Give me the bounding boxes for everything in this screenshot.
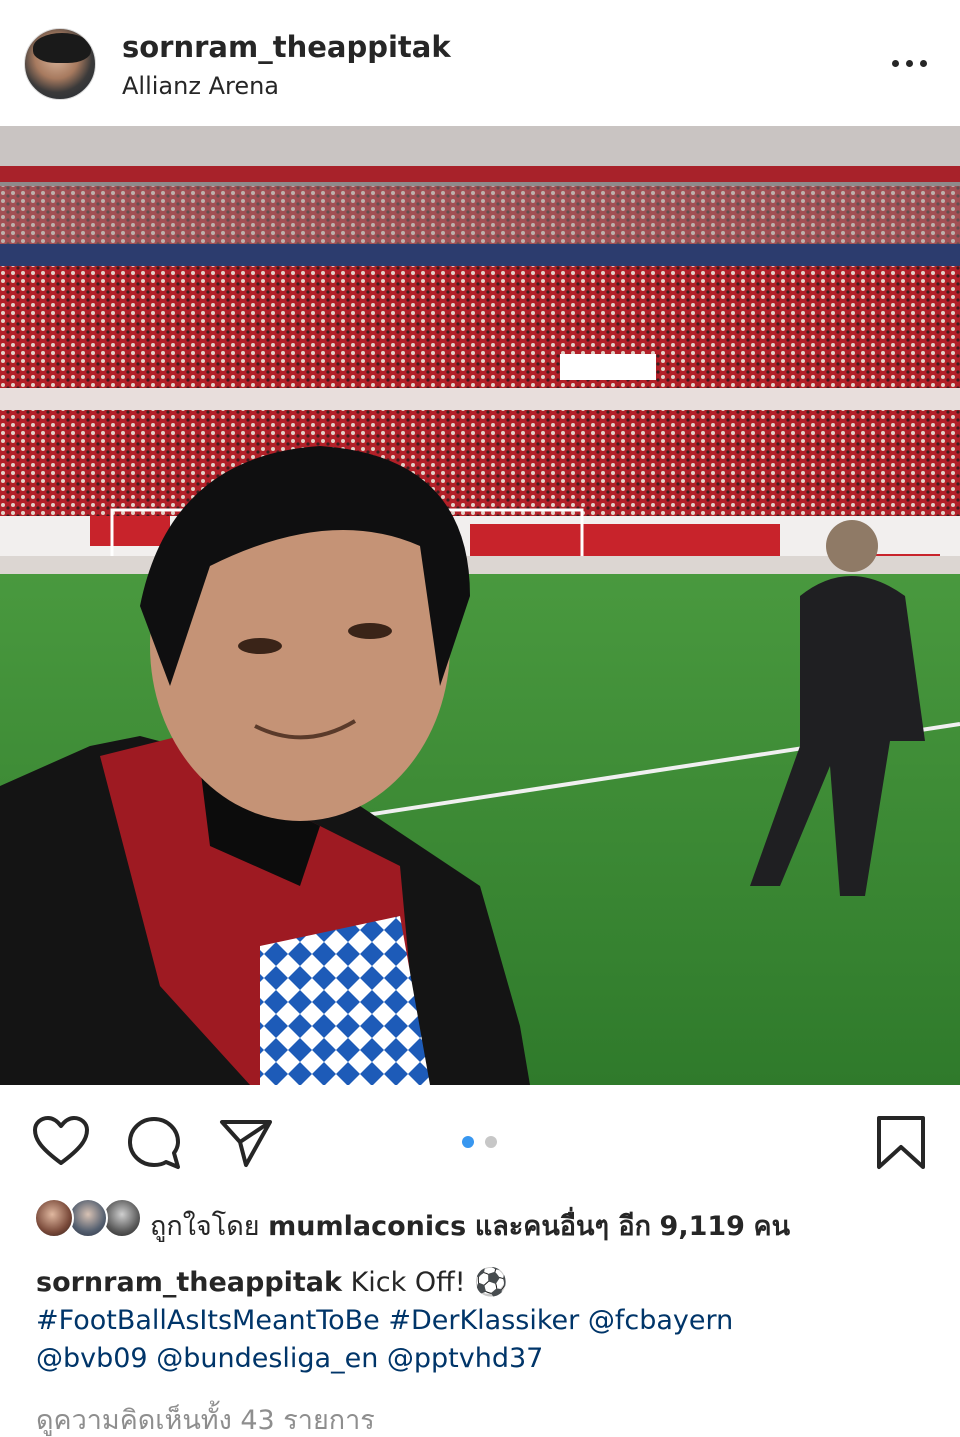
avatar[interactable]	[24, 28, 96, 100]
post-location[interactable]: Allianz Arena	[122, 72, 279, 100]
likes-count[interactable]: 9,119	[660, 1211, 745, 1242]
caption-line-3: @bvb09 @bundesliga_en @pptvhd37	[36, 1340, 936, 1378]
stadium-selfie-image	[0, 126, 960, 1085]
caption-text: Kick Off! ⚽	[350, 1267, 508, 1298]
hashtag[interactable]: #DerKlassiker	[388, 1305, 579, 1336]
mention[interactable]: @bvb09	[36, 1343, 148, 1374]
likes-suffix: คน	[753, 1211, 791, 1242]
likes-text: ถูกใจโดย mumlaconics และคนอื่นๆ อีก 9,11…	[150, 1204, 790, 1247]
post-username[interactable]: sornram_theappitak	[122, 30, 451, 64]
more-options-icon[interactable]	[888, 50, 932, 78]
liker-avatar	[102, 1198, 142, 1238]
hashtag[interactable]: #FootBallAsItsMeantToBe	[36, 1305, 380, 1336]
post-header: sornram_theappitak Allianz Arena	[0, 0, 960, 126]
comment-icon[interactable]	[126, 1115, 182, 1171]
likes-others-label[interactable]: และคนอื่นๆ อีก	[475, 1211, 651, 1242]
post-actions	[0, 1085, 960, 1195]
share-icon[interactable]	[218, 1117, 274, 1169]
heart-icon[interactable]	[32, 1115, 90, 1167]
likes-row[interactable]: ถูกใจโดย mumlaconics และคนอื่นๆ อีก 9,11…	[34, 1198, 934, 1242]
mention[interactable]: @pptvhd37	[387, 1343, 543, 1374]
bookmark-icon[interactable]	[876, 1115, 926, 1171]
liker-username[interactable]: mumlaconics	[268, 1211, 466, 1242]
carousel-dot	[485, 1136, 497, 1148]
caption-username[interactable]: sornram_theappitak	[36, 1267, 342, 1298]
caption-line-2: #FootBallAsItsMeantToBe #DerKlassiker @f…	[36, 1302, 936, 1340]
post-caption: sornram_theappitak Kick Off! ⚽ #FootBall…	[36, 1264, 936, 1378]
post-photo[interactable]	[0, 126, 960, 1085]
liker-avatar	[68, 1198, 108, 1238]
likes-prefix: ถูกใจโดย	[150, 1211, 260, 1242]
liker-avatar	[34, 1198, 74, 1238]
mention[interactable]: @fcbayern	[588, 1305, 733, 1336]
view-all-comments-link[interactable]: ดูความคิดเห็นทั้ง 43 รายการ	[36, 1398, 375, 1437]
carousel-dot-active	[462, 1136, 474, 1148]
caption-line-1: sornram_theappitak Kick Off! ⚽	[36, 1264, 936, 1302]
mention[interactable]: @bundesliga_en	[156, 1343, 378, 1374]
